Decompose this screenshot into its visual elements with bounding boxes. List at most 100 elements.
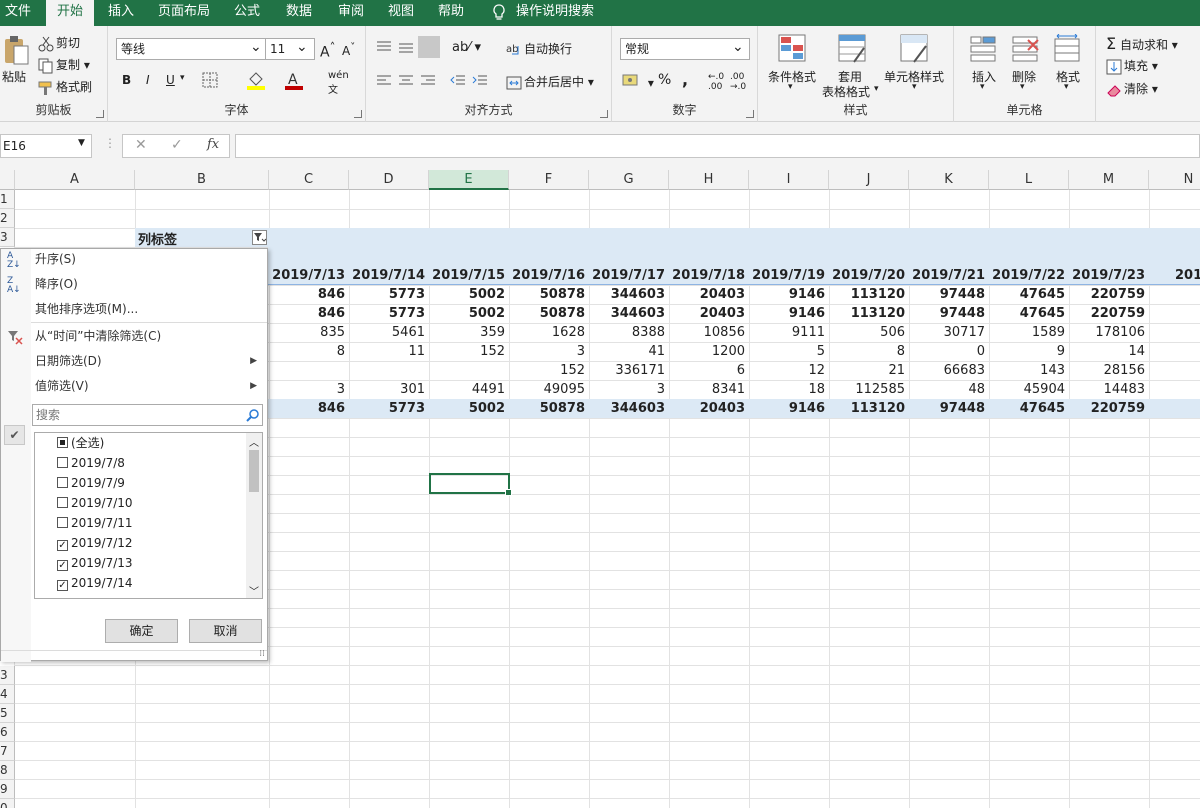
pivot-value-cell[interactable]: 359 [429, 323, 509, 342]
sort-ascending-item[interactable]: 升序(S) [35, 249, 76, 269]
pivot-value-cell[interactable]: 10856 [669, 323, 749, 342]
percent-button[interactable]: % [658, 72, 671, 88]
conditional-format-icon[interactable] [778, 34, 806, 67]
pivot-value-cell[interactable]: 50878 [509, 285, 589, 304]
pivot-value-cell[interactable]: 5461 [349, 323, 429, 342]
pivot-value-cell[interactable]: 1628 [509, 323, 589, 342]
pivot-value-cell[interactable]: 41 [589, 342, 669, 361]
pivot-value-cell[interactable]: 5 [749, 342, 829, 361]
filter-item[interactable]: 2019/7/10 [57, 493, 133, 513]
pivot-value-cell[interactable]: 21 [829, 361, 909, 380]
column-header[interactable]: K [909, 170, 989, 190]
pivot-value-cell[interactable]: 846 [269, 285, 349, 304]
scrollbar-thumb[interactable] [249, 450, 259, 492]
decrease-decimal-icon[interactable]: .00 →.0 [730, 72, 746, 92]
font-launcher-icon[interactable] [354, 110, 362, 118]
filter-item[interactable]: (全选) [57, 433, 104, 453]
cancel-icon[interactable]: ✕ [135, 137, 147, 153]
pivot-value-cell[interactable]: 0 [909, 342, 989, 361]
more-sort-options-item[interactable]: 其他排序选项(M)... [35, 299, 138, 319]
checkbox-icon[interactable]: ✓ [57, 580, 68, 591]
align-left-icon[interactable] [376, 74, 392, 91]
column-header[interactable]: I [749, 170, 829, 190]
underline-button[interactable]: U [166, 73, 175, 87]
tab-page-layout[interactable]: 页面布局 [152, 0, 216, 26]
pivot-value-cell[interactable]: 30717 [909, 323, 989, 342]
pivot-value-cell[interactable]: 113120 [829, 304, 909, 323]
column-header[interactable]: M [1069, 170, 1149, 190]
checkbox-icon[interactable] [57, 437, 68, 448]
phonetic-icon[interactable]: wén 文 [328, 70, 349, 96]
row-header[interactable]: 1 [0, 190, 15, 209]
align-top-icon[interactable] [376, 40, 392, 57]
pivot-value-cell[interactable]: 6 [669, 361, 749, 380]
column-header[interactable]: B [135, 170, 269, 190]
pivot-value-cell[interactable]: 97448 [909, 304, 989, 323]
clear-button[interactable]: 清除 ▾ [1106, 80, 1158, 98]
decrease-indent-icon[interactable] [450, 74, 466, 91]
enter-icon[interactable]: ✓ [171, 137, 183, 153]
pivot-value-cell[interactable]: 50878 [509, 304, 589, 323]
pivot-value-cell[interactable]: 47645 [989, 285, 1069, 304]
column-header[interactable]: N [1149, 170, 1200, 190]
pivot-value-cell[interactable]: 1589 [989, 323, 1069, 342]
pivot-value-cell[interactable]: 143 [989, 361, 1069, 380]
date-filter-item[interactable]: 日期筛选(D) ▶ [35, 351, 265, 371]
column-header[interactable]: J [829, 170, 909, 190]
comma-button[interactable]: , [682, 70, 688, 89]
pivot-value-cell[interactable]: 2 [1149, 361, 1200, 380]
pivot-value-cell[interactable]: 11 [349, 342, 429, 361]
border-icon[interactable] [202, 72, 218, 91]
row-header[interactable]: 6 [0, 723, 15, 742]
row-header[interactable]: 4 [0, 685, 15, 704]
delete-cells-icon[interactable] [1012, 34, 1042, 67]
pivot-value-cell[interactable]: 49095 [509, 380, 589, 399]
merge-center-button[interactable]: 合并后居中 ▾ [506, 73, 594, 91]
row-header[interactable]: 3 [0, 228, 15, 247]
filter-dropdown-button[interactable] [252, 230, 267, 245]
pivot-value-cell[interactable]: 3 [509, 342, 589, 361]
pivot-value-cell[interactable]: 336171 [589, 361, 669, 380]
row-header[interactable]: 9 [0, 780, 15, 799]
checkbox-icon[interactable]: ✓ [57, 560, 68, 571]
filter-item[interactable]: 2019/7/9 [57, 473, 125, 493]
pivot-value-cell[interactable]: 220759 [1069, 399, 1149, 418]
align-center-icon[interactable] [398, 74, 414, 91]
pivot-value-cell[interactable]: 9146 [749, 285, 829, 304]
tab-help[interactable]: 帮助 [430, 0, 472, 26]
pivot-value-cell[interactable]: 28156 [1069, 361, 1149, 380]
pivot-value-cell[interactable]: 5002 [429, 399, 509, 418]
ok-button[interactable]: 确定 [105, 619, 178, 643]
sort-descending-item[interactable]: 降序(O) [35, 274, 78, 294]
pivot-value-cell[interactable]: 152 [509, 361, 589, 380]
pivot-value-cell[interactable]: 97448 [909, 399, 989, 418]
cut-button[interactable]: 剪切 [38, 34, 80, 52]
pivot-value-cell[interactable]: 301 [349, 380, 429, 399]
pivot-value-cell[interactable]: 21 [1149, 399, 1200, 418]
active-cell-selection[interactable] [429, 473, 512, 496]
row-header[interactable]: 7 [0, 742, 15, 761]
pivot-value-cell[interactable]: 220759 [1069, 304, 1149, 323]
column-header[interactable]: D [349, 170, 429, 190]
alignment-launcher-icon[interactable] [600, 110, 608, 118]
pivot-date-header[interactable]: 2019/7/20 [829, 266, 909, 285]
pivot-date-header[interactable]: 2019/7/19 [749, 266, 829, 285]
filter-search-input[interactable]: 搜索 [32, 404, 263, 426]
pivot-value-cell[interactable] [349, 361, 429, 380]
pivot-date-header[interactable]: 2019/7/21 [909, 266, 989, 285]
row-header[interactable]: 2 [0, 209, 15, 228]
pivot-value-cell[interactable]: 20403 [669, 285, 749, 304]
pivot-date-header[interactable]: 2019/7/22 [989, 266, 1069, 285]
column-header[interactable]: H [669, 170, 749, 190]
pivot-value-cell[interactable]: 846 [269, 304, 349, 323]
list-scrollbar[interactable]: ︿ ﹀ [246, 433, 262, 598]
column-header[interactable]: F [509, 170, 589, 190]
pivot-value-cell[interactable]: 506 [829, 323, 909, 342]
pivot-value-cell[interactable]: 16 [1149, 323, 1200, 342]
pivot-value-cell[interactable]: 5773 [349, 304, 429, 323]
pivot-value-cell[interactable]: 5773 [349, 285, 429, 304]
format-painter-button[interactable]: 格式刷 [38, 78, 92, 96]
align-middle-icon[interactable] [398, 40, 414, 57]
wrap-text-button[interactable]: ab 自动换行 [506, 40, 572, 58]
filter-item[interactable]: 2019/7/8 [57, 453, 125, 473]
